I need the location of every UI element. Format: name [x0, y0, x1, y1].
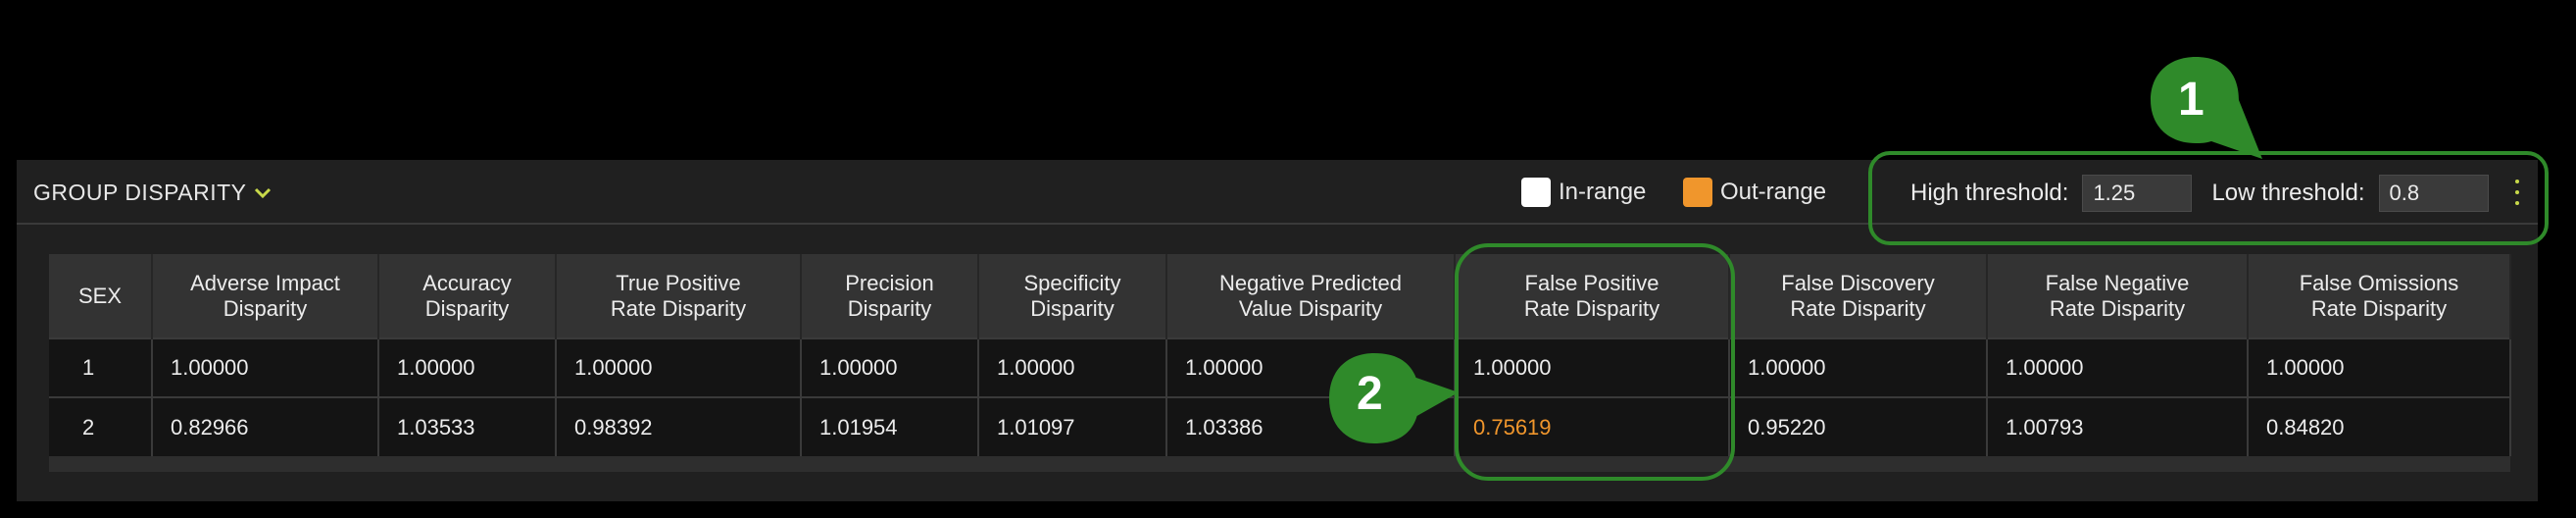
table-cell: 1.00000: [801, 337, 979, 397]
table-cell: 0.84820: [2248, 396, 2511, 456]
table-row: 2 0.82966 1.03533 0.98392 1.01954 1.0109…: [49, 396, 2511, 456]
header-false-omissions-rate[interactable]: False Omissions Rate Disparity: [2248, 254, 2511, 338]
annotation-false-positive-highlight: [1455, 243, 1735, 481]
table-cell: 1.00000: [2248, 337, 2511, 397]
legend-out-range-label: Out-range: [1720, 179, 1827, 205]
header-adverse-impact[interactable]: Adverse Impact Disparity: [152, 254, 379, 338]
header-precision[interactable]: Precision Disparity: [801, 254, 979, 338]
table-cell: 1.01954: [801, 396, 979, 456]
table-cell: 1.03533: [378, 396, 557, 456]
table-cell: 1: [49, 337, 153, 397]
table-cell: 1.00000: [378, 337, 557, 397]
in-range-swatch: [1521, 178, 1551, 207]
table-cell: 2: [49, 396, 153, 456]
table-cell: 0.82966: [152, 396, 379, 456]
table-cell: 1.00000: [1729, 337, 1988, 397]
table-cell: 0.98392: [556, 396, 802, 456]
disparity-table: SEX Adverse Impact Disparity Accuracy Disp…: [49, 254, 2511, 456]
chevron-down-icon: [254, 187, 271, 198]
legend-in-range: In-range: [1521, 176, 1646, 209]
table-cell: 1.00793: [1987, 396, 2249, 456]
header-accuracy[interactable]: Accuracy Disparity: [378, 254, 557, 338]
callout-2-number: 2: [1357, 368, 1383, 420]
table-cell: 1.00000: [1987, 337, 2249, 397]
table-cell: 1.00000: [556, 337, 802, 397]
screenshot-stage: GROUP DISPARITY In-range Out-range High …: [0, 0, 2576, 518]
header-negative-predicted-value[interactable]: Negative Predicted Value Disparity: [1166, 254, 1456, 338]
legend-out-range: Out-range: [1683, 176, 1826, 209]
header-false-negative-rate[interactable]: False Negative Rate Disparity: [1987, 254, 2249, 338]
header-false-discovery-rate[interactable]: False Discovery Rate Disparity: [1729, 254, 1988, 338]
table-cell: 1.00000: [152, 337, 379, 397]
table-header-row: SEX Adverse Impact Disparity Accuracy Disp…: [49, 254, 2511, 338]
panel-title: GROUP DISPARITY: [33, 180, 247, 205]
callout-2-icon: [1329, 353, 1459, 443]
callout-1-icon: [2151, 57, 2262, 159]
header-sex[interactable]: SEX: [49, 254, 153, 338]
table-row: 1 1.00000 1.00000 1.00000 1.00000 1.0000…: [49, 337, 2511, 397]
out-range-swatch: [1683, 178, 1712, 207]
callout-1-number: 1: [2178, 74, 2204, 126]
table-cell: 0.95220: [1729, 396, 1988, 456]
table-cell: 1.01097: [978, 396, 1167, 456]
legend-in-range-label: In-range: [1559, 179, 1647, 205]
table-cell: 1.00000: [978, 337, 1167, 397]
header-true-positive-rate[interactable]: True Positive Rate Disparity: [556, 254, 802, 338]
group-disparity-toggle[interactable]: GROUP DISPARITY: [33, 180, 272, 206]
header-specificity[interactable]: Specificity Disparity: [978, 254, 1167, 338]
disparity-table-container: SEX Adverse Impact Disparity Accuracy Disp…: [49, 254, 2511, 472]
